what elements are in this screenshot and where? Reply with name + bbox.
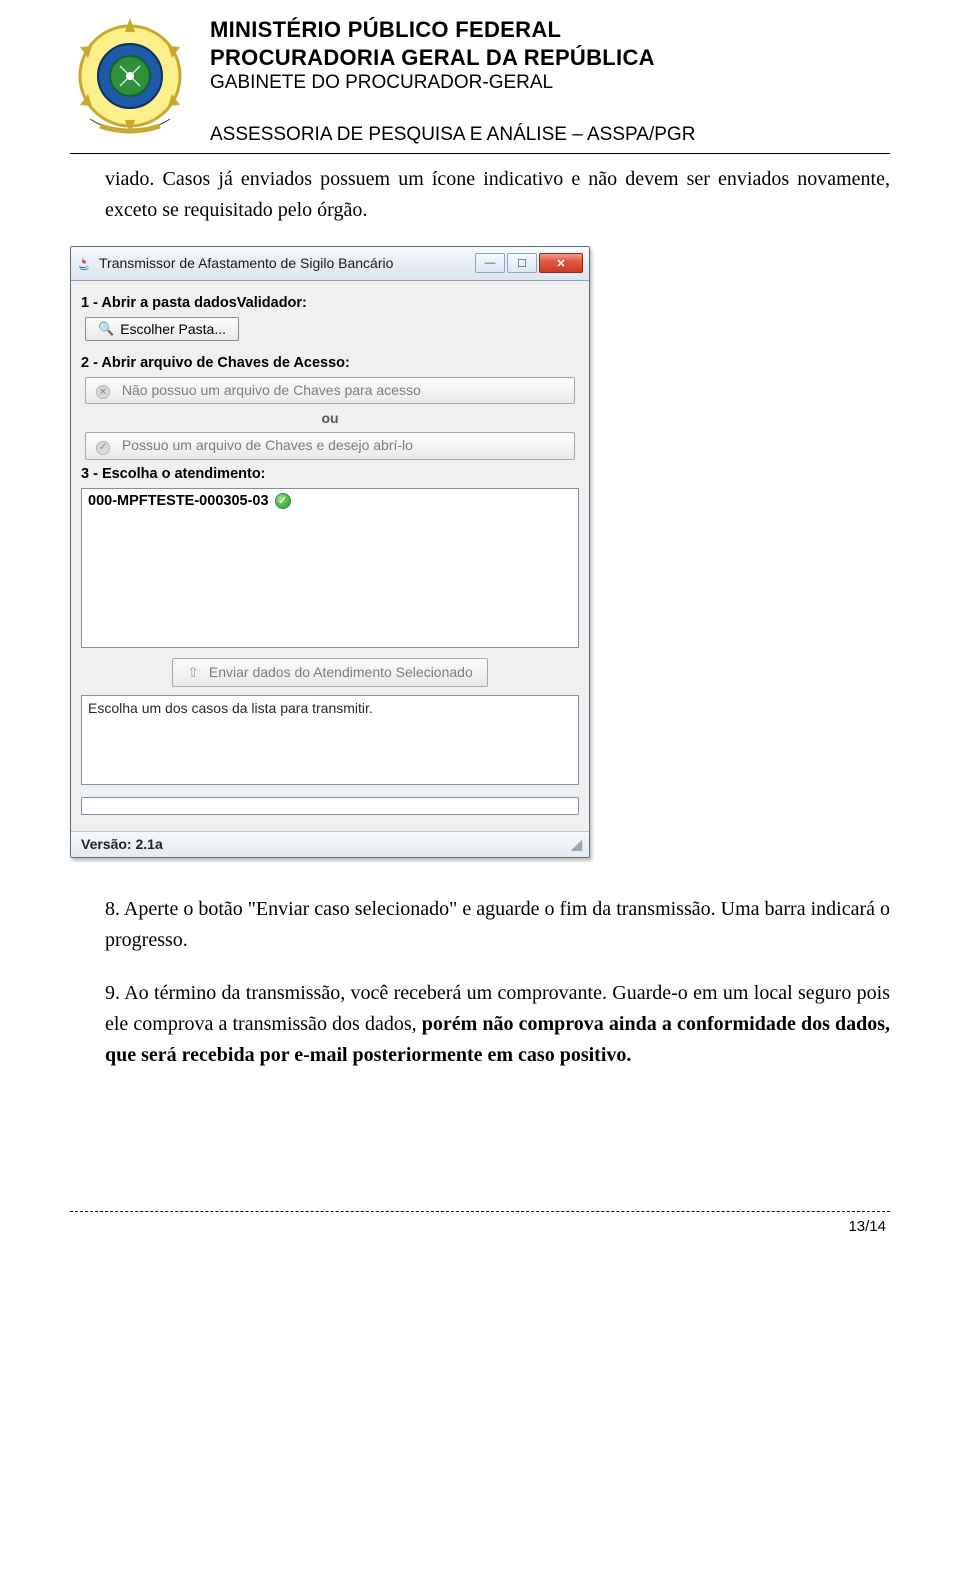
has-key-file-label: Possuo um arquivo de Chaves e desejo abr… [122, 437, 413, 453]
choose-folder-button[interactable]: 🔍 Escolher Pasta... [85, 317, 239, 341]
list-item[interactable]: 000-MPFTESTE-000305-03 ✓ [88, 493, 572, 509]
transmissor-window: Transmissor de Afastamento de Sigilo Ban… [70, 246, 590, 858]
maximize-button[interactable]: ☐ [507, 253, 537, 273]
header-rule [70, 153, 890, 154]
no-key-file-label: Não possuo um arquivo de Chaves para ace… [122, 382, 421, 398]
status-message: Escolha um dos casos da lista para trans… [88, 700, 373, 716]
step3-label: 3 - Escolha o atendimento: [81, 466, 579, 482]
cross-circle-icon: ✕ [96, 385, 110, 399]
item-9: 9. Ao término da transmissão, você receb… [105, 978, 890, 1071]
header-line-2: PROCURADORIA GERAL DA REPÚBLICA [210, 44, 695, 72]
java-icon [77, 255, 93, 271]
choose-folder-label: Escolher Pasta... [120, 321, 226, 337]
footer-separator [70, 1211, 890, 1212]
coat-of-arms-icon [70, 14, 190, 144]
step1-label: 1 - Abrir a pasta dadosValidador: [81, 295, 579, 311]
atendimento-list[interactable]: 000-MPFTESTE-000305-03 ✓ [81, 488, 579, 648]
check-circle-grey-icon: ✓ [96, 441, 110, 455]
header-line-1: MINISTÉRIO PÚBLICO FEDERAL [210, 16, 695, 44]
window-titlebar[interactable]: Transmissor de Afastamento de Sigilo Ban… [71, 247, 589, 281]
window-statusbar: Versão: 2.1a ◢ [71, 831, 589, 857]
send-data-label: Enviar dados do Atendimento Selecionado [209, 664, 473, 680]
header-subheader: ASSESSORIA DE PESQUISA E ANÁLISE – ASSPA… [210, 123, 695, 147]
window-body: 1 - Abrir a pasta dadosValidador: 🔍 Esco… [71, 281, 589, 831]
page-number: 13/14 [70, 1218, 886, 1235]
upload-icon: ⇧ [187, 664, 199, 680]
check-circle-green-icon: ✓ [275, 493, 291, 509]
header-text-block: MINISTÉRIO PÚBLICO FEDERAL PROCURADORIA … [210, 10, 695, 147]
item-8: 8. Aperte o botão "Enviar caso seleciona… [105, 894, 890, 956]
resize-grip-icon[interactable]: ◢ [571, 836, 579, 853]
list-item-label: 000-MPFTESTE-000305-03 [88, 493, 269, 509]
no-key-file-button[interactable]: ✕ Não possuo um arquivo de Chaves para a… [85, 377, 575, 405]
version-label: Versão: 2.1a [81, 836, 163, 852]
step2-label: 2 - Abrir arquivo de Chaves de Acesso: [81, 355, 579, 371]
send-data-button[interactable]: ⇧ Enviar dados do Atendimento Selecionad… [172, 658, 487, 687]
ou-separator: ou [81, 410, 579, 426]
minimize-button[interactable]: — [475, 253, 505, 273]
letterhead: MINISTÉRIO PÚBLICO FEDERAL PROCURADORIA … [70, 10, 890, 147]
status-message-box: Escolha um dos casos da lista para trans… [81, 695, 579, 785]
intro-paragraph: viado. Casos já enviados possuem um ícon… [105, 164, 890, 226]
magnifier-icon: 🔍 [98, 321, 114, 337]
header-line-3: GABINETE DO PROCURADOR-GERAL [210, 71, 695, 95]
window-title: Transmissor de Afastamento de Sigilo Ban… [99, 255, 475, 271]
close-button[interactable]: ✕ [539, 253, 583, 273]
has-key-file-button[interactable]: ✓ Possuo um arquivo de Chaves e desejo a… [85, 432, 575, 460]
progress-bar [81, 797, 579, 815]
